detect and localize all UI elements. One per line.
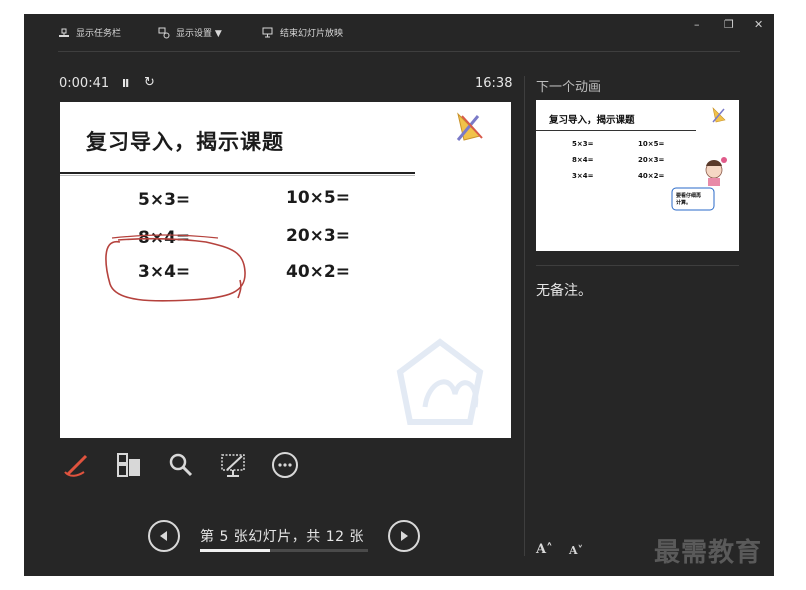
show-taskbar-label: 显示任务栏	[76, 29, 122, 39]
display-settings-label: 显示设置 ▼	[176, 29, 222, 39]
next-animation-label: 下一个动画	[536, 80, 602, 95]
pause-timer-button[interactable]: II	[122, 77, 129, 90]
current-slide[interactable]: 复习导入，揭示课题 5×3= 10×5= 8×4= 20×3= 3×4= 40×…	[60, 102, 511, 438]
end-slideshow-icon	[262, 27, 273, 37]
display-settings-button[interactable]: 显示设置 ▼	[158, 26, 222, 39]
cartoon-girl-icon	[705, 157, 727, 186]
display-settings-icon	[158, 27, 170, 38]
ink-annotation	[105, 237, 246, 302]
faint-logo-icon	[396, 338, 484, 425]
minimize-button[interactable]: –	[694, 18, 700, 31]
top-toolbar: 显示任务栏 显示设置 ▼ 结束幻灯片放映 – ❐ ✕	[24, 14, 774, 52]
end-slideshow-label: 结束幻灯片放映	[280, 29, 344, 39]
ink-strike	[111, 234, 219, 239]
stationery-clipart-icon	[456, 112, 483, 141]
show-taskbar-button[interactable]: 显示任务栏	[58, 26, 121, 39]
mini-stationery-icon	[712, 107, 726, 123]
next-arrow-icon	[401, 531, 408, 541]
magnifier-icon	[169, 453, 193, 477]
slide-decorations	[105, 112, 484, 425]
previous-arrow-icon	[160, 531, 167, 541]
toolbar-divider	[58, 51, 740, 52]
more-dots-icon	[272, 452, 298, 478]
current-clock: 16:38	[475, 76, 513, 91]
next-slide-preview[interactable]: 复习导入，揭示课题 5×3= 10×5= 8×4= 20×3= 3×4= 40×…	[536, 100, 739, 251]
black-screen-button[interactable]	[216, 448, 250, 482]
pen-icon	[64, 454, 88, 477]
pen-tool-button[interactable]	[60, 448, 94, 482]
watermark-text: 最需教育	[654, 538, 763, 568]
previous-slide-button[interactable]	[148, 520, 180, 552]
restore-button[interactable]: ❐	[724, 18, 734, 31]
more-options-button[interactable]	[268, 448, 302, 482]
notes-divider	[536, 265, 739, 266]
taskbar-icon	[59, 28, 69, 37]
next-slide-decorations: 要看仔细再计算。	[671, 107, 727, 211]
screen-slash-icon	[221, 454, 245, 477]
speaker-notes: 无备注。	[536, 283, 592, 299]
slide-progress-fill	[200, 549, 270, 552]
elapsed-timer: 0:00:41	[59, 76, 110, 91]
presenter-view: 显示任务栏 显示设置 ▼ 结束幻灯片放映 – ❐ ✕ 0:00:41 II ↻ …	[24, 14, 774, 576]
slide-progress-bar	[200, 549, 368, 552]
slide-tools	[60, 448, 302, 482]
restart-timer-button[interactable]: ↻	[144, 75, 155, 90]
pane-divider	[524, 76, 525, 556]
see-all-slides-button[interactable]	[112, 448, 146, 482]
next-slide-button[interactable]	[388, 520, 420, 552]
increase-font-button[interactable]: A˄	[536, 542, 553, 557]
end-slideshow-button[interactable]: 结束幻灯片放映	[262, 26, 343, 39]
slides-grid-icon	[117, 453, 140, 477]
decrease-font-button[interactable]: A˅	[569, 544, 583, 557]
zoom-button[interactable]	[164, 448, 198, 482]
close-button[interactable]: ✕	[754, 18, 763, 31]
speech-bubble	[671, 187, 715, 211]
slide-counter: 第 5 张幻灯片，共 12 张	[200, 529, 365, 545]
